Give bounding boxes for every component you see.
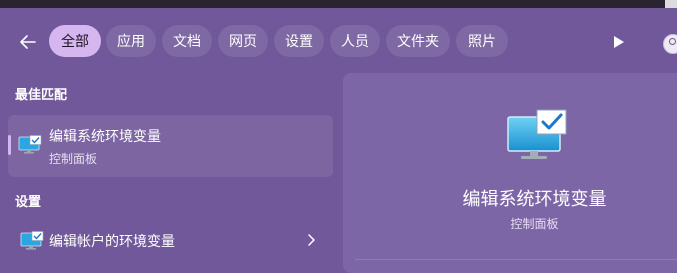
filter-tab-photos[interactable]: 照片 [456, 25, 508, 57]
filter-tab-documents[interactable]: 文档 [162, 25, 212, 57]
preview-title: 编辑系统环境变量 [462, 189, 607, 210]
settings-result-title: 编辑帐户的环境变量 [49, 234, 175, 250]
best-match-result[interactable]: 编辑系统环境变量 控制面板 [8, 115, 333, 177]
best-match-title: 编辑系统环境变量 [49, 129, 161, 145]
back-button[interactable] [15, 29, 41, 55]
title-bar-strip [0, 0, 677, 8]
preview-divider [355, 259, 677, 260]
system-properties-icon [18, 135, 42, 154]
filter-tab-folders[interactable]: 文件夹 [386, 25, 450, 57]
filter-tab-people[interactable]: 人员 [330, 25, 380, 57]
title-bar-corner [665, 0, 677, 8]
user-avatar[interactable] [663, 34, 677, 54]
filter-bar: 全部 应用 文档 网页 设置 人员 文件夹 照片 [0, 22, 677, 62]
system-properties-icon [20, 231, 44, 250]
filter-tab-web[interactable]: 网页 [218, 25, 268, 57]
preview-pane: 编辑系统环境变量 控制面板 [343, 73, 677, 273]
settings-heading: 设置 [15, 195, 42, 210]
chevron-right-icon [308, 234, 315, 246]
more-filters-play-icon[interactable] [609, 33, 627, 51]
system-properties-icon [507, 109, 567, 159]
selection-indicator [8, 135, 11, 155]
best-match-subtitle: 控制面板 [49, 152, 98, 166]
preview-subtitle: 控制面板 [510, 217, 559, 231]
best-match-heading: 最佳匹配 [15, 88, 68, 103]
filter-tab-settings[interactable]: 设置 [274, 25, 324, 57]
filter-tab-apps[interactable]: 应用 [106, 25, 156, 57]
settings-result-row[interactable]: 编辑帐户的环境变量 [8, 222, 333, 258]
filter-tab-all[interactable]: 全部 [49, 25, 101, 57]
back-arrow-icon [20, 35, 36, 49]
